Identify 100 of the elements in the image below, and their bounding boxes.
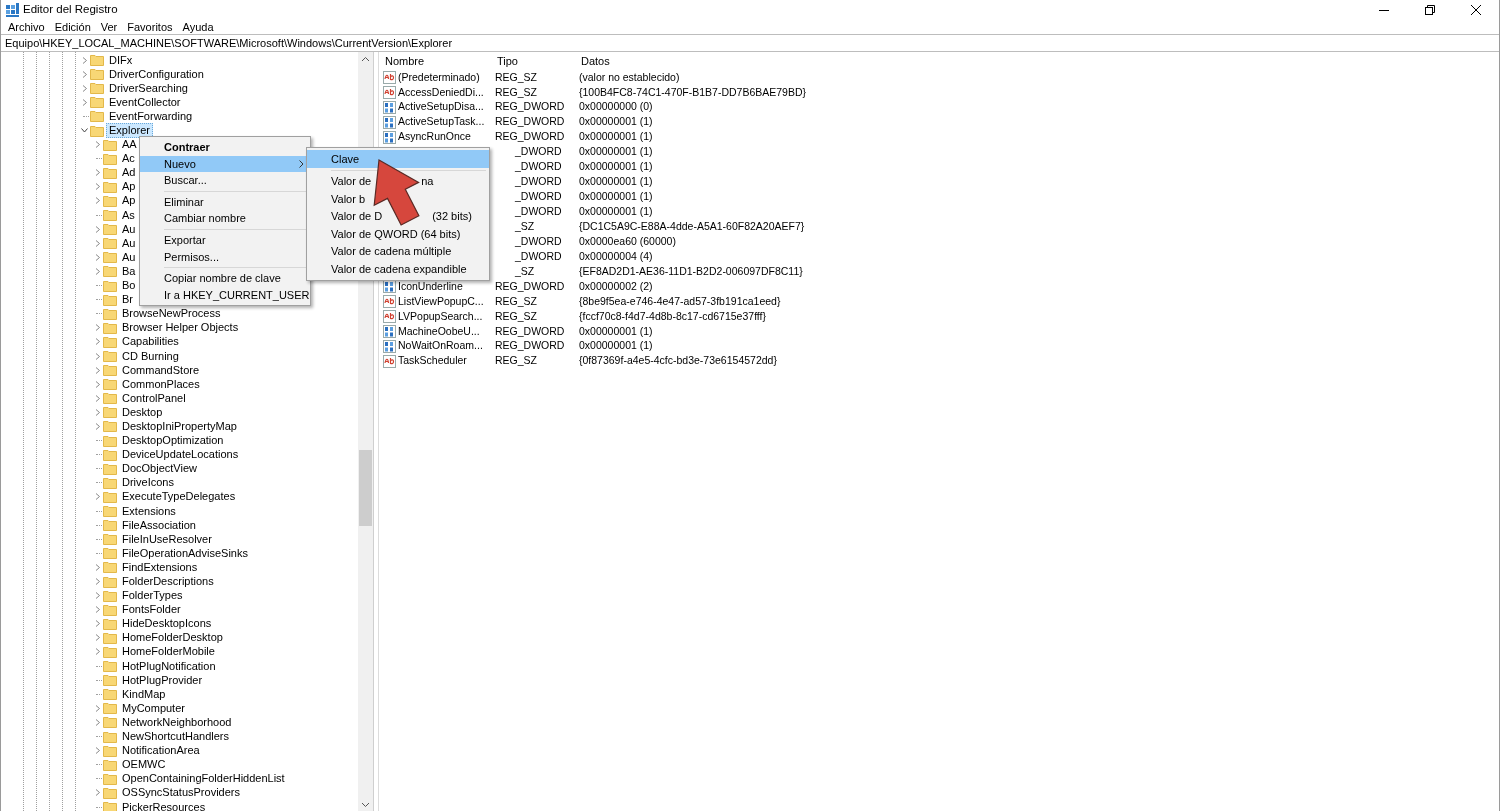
tree-item[interactable]: NotificationArea [119, 743, 203, 759]
expand-chevron-icon[interactable] [94, 197, 101, 205]
expand-chevron-icon[interactable] [94, 183, 101, 191]
expand-chevron-icon[interactable] [94, 704, 101, 712]
value-name[interactable]: AccessDeniedDi... [398, 84, 484, 101]
tree-item[interactable]: Explorer [106, 123, 153, 138]
tree-item[interactable]: As [119, 207, 138, 223]
expand-chevron-icon[interactable] [94, 423, 101, 430]
value-name[interactable]: LVPopupSearch... [398, 308, 483, 325]
tree-item[interactable]: Extensions [119, 503, 179, 519]
tree-item[interactable]: DeviceUpdateLocations [119, 447, 242, 463]
address-path[interactable]: Equipo\HKEY_LOCAL_MACHINE\SOFTWARE\Microsoft\Windows\CurrentVersion\Explorer [5, 34, 453, 52]
value-name[interactable]: ActiveSetupTask... [398, 114, 485, 131]
tree-item[interactable]: FileOperationAdviseSinks [119, 545, 251, 561]
menu-item[interactable]: Ver [95, 19, 123, 34]
tree-item[interactable]: DriveIcons [119, 475, 177, 491]
scroll-up-icon[interactable] [361, 56, 370, 62]
menu-item[interactable]: Valor de D (32 bits) [307, 207, 489, 225]
tree-item[interactable]: Ad [119, 165, 139, 181]
tree-item[interactable]: Bo [119, 278, 139, 294]
tree-item[interactable]: Ac [119, 151, 138, 167]
expand-chevron-icon[interactable] [94, 408, 101, 416]
menu-item[interactable]: Valor de QWORD (64 bits) [307, 225, 489, 243]
tree-item[interactable]: FileAssociation [119, 517, 199, 533]
expand-chevron-icon[interactable] [94, 380, 101, 388]
menu-item[interactable]: Valor de cadena expandible [307, 260, 489, 278]
expand-chevron-icon[interactable] [94, 239, 101, 247]
expand-chevron-icon[interactable] [94, 648, 101, 656]
tree-item[interactable]: ControlPanel [119, 390, 189, 406]
menu-item[interactable]: Buscar... [140, 172, 310, 189]
value-name[interactable]: IconUnderline [398, 278, 463, 295]
expand-chevron-icon[interactable] [94, 225, 101, 233]
collapse-chevron-icon[interactable] [81, 127, 88, 134]
expand-chevron-icon[interactable] [94, 789, 101, 797]
value-name[interactable]: AsyncRunOnce [398, 129, 471, 146]
tree-item[interactable]: NetworkNeighborhood [119, 714, 235, 730]
tree-item[interactable]: Au [119, 249, 139, 265]
tree-item[interactable]: KindMap [119, 686, 169, 702]
tree-item[interactable]: Browser Helper Objects [119, 320, 242, 336]
tree-item[interactable]: DesktopIniPropertyMap [119, 419, 240, 434]
expand-chevron-icon[interactable] [81, 70, 88, 78]
tree-item[interactable]: HomeFolderDesktop [119, 630, 226, 646]
tree-item[interactable]: AA [119, 137, 140, 153]
tree-item[interactable]: CD Burning [119, 348, 182, 364]
menu-item[interactable]: Ir a HKEY_CURRENT_USER [140, 286, 310, 304]
tree-item[interactable]: Au [119, 221, 139, 237]
expand-chevron-icon[interactable] [94, 620, 101, 628]
tree-item[interactable]: CommonPlaces [119, 376, 203, 392]
tree-item[interactable]: NewShortcutHandlers [119, 729, 232, 745]
expand-chevron-icon[interactable] [94, 169, 101, 177]
tree-item[interactable]: MyComputer [119, 700, 188, 716]
tree-item[interactable]: CommandStore [119, 362, 203, 378]
tree-item[interactable]: FolderTypes [119, 588, 186, 604]
expand-chevron-icon[interactable] [94, 141, 101, 149]
expand-chevron-icon[interactable] [94, 606, 101, 614]
expand-chevron-icon[interactable] [94, 366, 101, 374]
column-header[interactable]: Datos [579, 52, 610, 70]
scroll-down-icon[interactable] [361, 802, 370, 808]
menu-item[interactable]: Valor de cadena múltiple [307, 242, 489, 260]
column-header[interactable]: Nombre [383, 52, 495, 70]
expand-chevron-icon[interactable] [81, 98, 88, 106]
menu-item[interactable]: Valor b [307, 190, 489, 208]
menu-item[interactable]: Cambiar nombre [140, 210, 310, 227]
expand-chevron-icon[interactable] [94, 324, 101, 332]
scrollbar-thumb[interactable] [359, 450, 372, 526]
menu-item[interactable]: Ayuda [177, 19, 219, 34]
tree-item[interactable]: Br [119, 292, 136, 308]
tree-item[interactable]: FolderDescriptions [119, 574, 217, 589]
value-name[interactable]: NoWaitOnRoam... [398, 338, 483, 355]
tree-item[interactable]: Desktop [119, 404, 166, 420]
tree-item[interactable]: HideDesktopIcons [119, 616, 215, 632]
expand-chevron-icon[interactable] [94, 563, 101, 571]
menu-item[interactable]: Eliminar [140, 193, 310, 211]
menu-item[interactable]: Exportar [140, 231, 310, 249]
menu-item[interactable]: Clave [307, 150, 489, 168]
tree-item[interactable]: PickerResources [119, 799, 209, 811]
expand-chevron-icon[interactable] [94, 352, 101, 360]
tree-item[interactable]: FileInUseResolver [119, 531, 215, 547]
menu-item[interactable]: Permisos... [140, 248, 310, 266]
tree-item[interactable]: OSSyncStatusProviders [119, 785, 243, 801]
expand-chevron-icon[interactable] [81, 56, 88, 64]
tree-item[interactable]: OpenContainingFolderHiddenList [119, 771, 288, 787]
menu-item[interactable]: Copiar nombre de clave [140, 270, 310, 287]
value-name[interactable]: TaskScheduler [398, 353, 467, 370]
tree-item[interactable]: EventForwarding [106, 108, 196, 124]
expand-chevron-icon[interactable] [94, 747, 101, 755]
column-header[interactable]: Tipo [495, 52, 579, 70]
expand-chevron-icon[interactable] [94, 394, 101, 402]
menu-item[interactable]: Contraer [140, 139, 310, 156]
value-name[interactable]: ActiveSetupDisa... [398, 99, 484, 116]
expand-chevron-icon[interactable] [94, 578, 101, 585]
menu-item[interactable]: Favoritos [122, 19, 178, 34]
tree-item[interactable]: DriverConfiguration [106, 66, 207, 82]
tree-item[interactable]: Ba [119, 263, 139, 279]
menu-item[interactable]: Valor de na [307, 172, 489, 190]
tree-item[interactable]: HotPlugProvider [119, 672, 206, 688]
expand-chevron-icon[interactable] [94, 592, 101, 600]
expand-chevron-icon[interactable] [94, 338, 101, 346]
value-name[interactable]: (Predeterminado) [398, 69, 480, 86]
value-name[interactable]: MachineOobeU... [398, 323, 480, 340]
